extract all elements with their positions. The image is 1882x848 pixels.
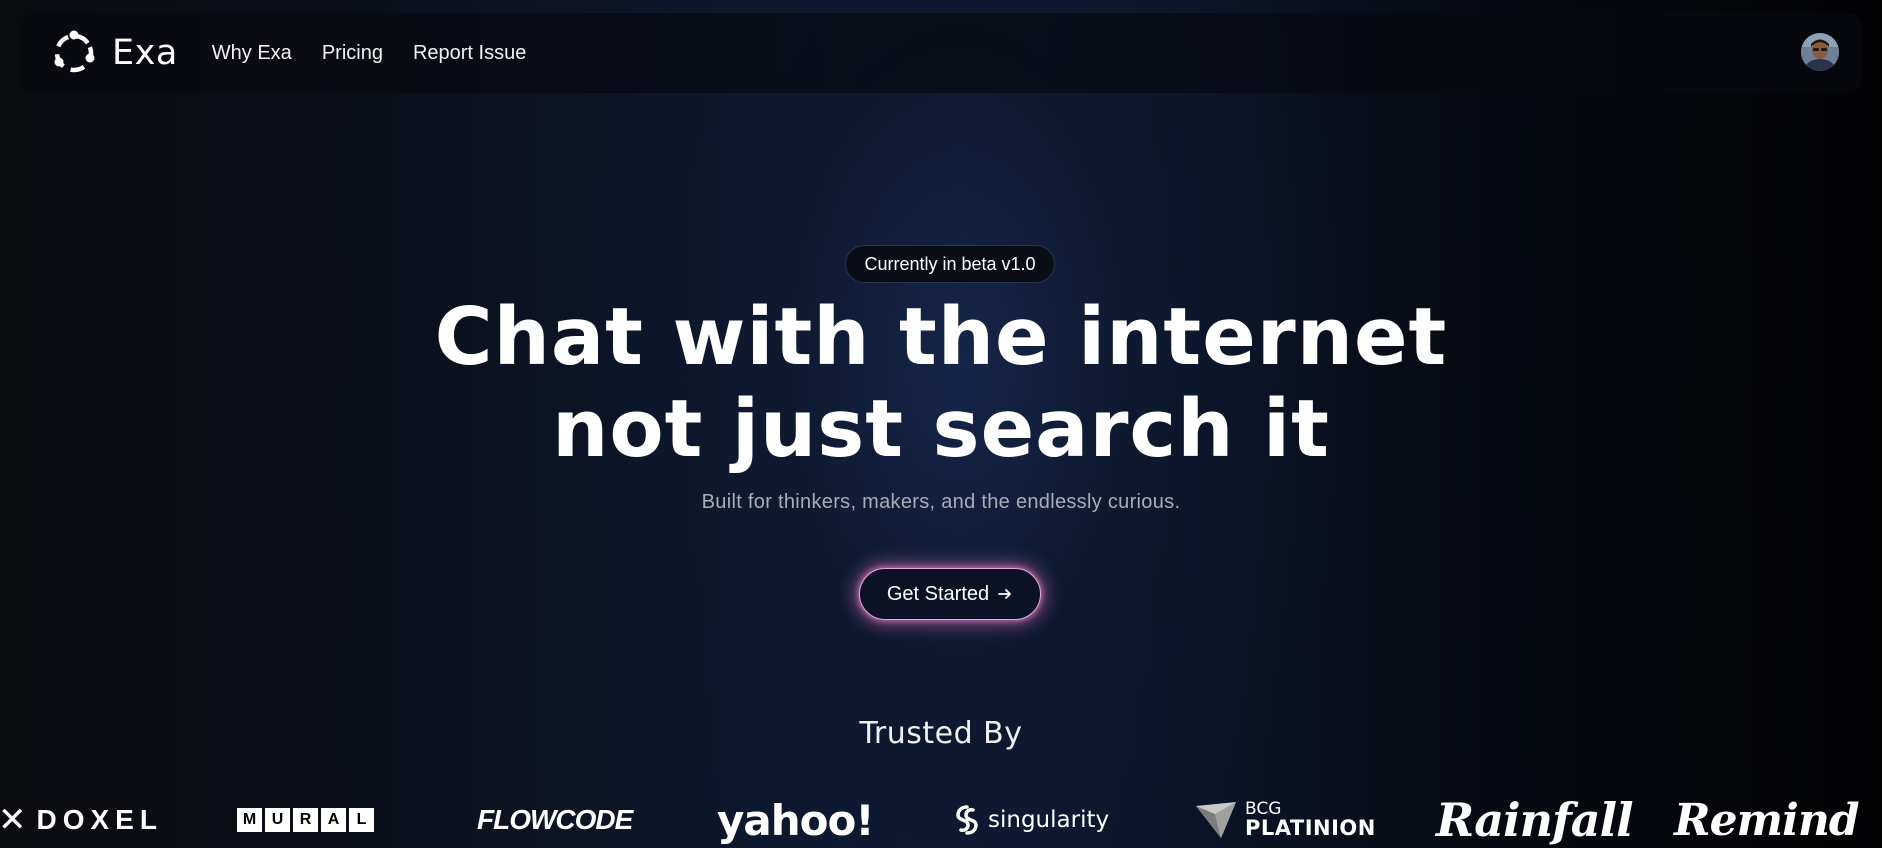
mural-letter: A [321,808,346,832]
landing-page: Exa Why Exa Pricing Report Issue Current… [0,0,1882,848]
mural-letter: U [265,808,290,832]
remind-logo: Remind [1674,794,1860,846]
top-navbar: Exa Why Exa Pricing Report Issue [20,13,1862,93]
mural-letter: M [237,808,262,832]
brand-name: Exa [112,33,178,73]
singularity-logo: singularity [955,792,1109,848]
bcg-prism-icon [1196,802,1236,838]
nav-link-report-issue[interactable]: Report Issue [413,42,526,65]
hero-title-line-1: Chat with the internet [434,291,1448,383]
hero-title-line-2: not just search it [552,383,1330,475]
nav-link-pricing[interactable]: Pricing [322,42,383,65]
brand-home-link[interactable]: Exa [50,29,178,77]
hero-subtitle: Built for thinkers, makers, and the endl… [701,491,1181,513]
yahoo-logo: yahoo! [717,795,874,845]
singularity-wordmark: singularity [988,807,1110,833]
get-started-button[interactable]: Get Started [859,568,1041,620]
get-started-label: Get Started [886,582,990,605]
flowcode-logo: FLOWCODE [477,804,633,835]
nav-links: Why Exa Pricing Report Issue [212,42,527,65]
user-avatar[interactable] [1801,33,1839,71]
bcg-wordmark: BCG PLATINION [1245,801,1376,839]
rainfall-logo: Rainfall [1436,793,1634,847]
arrow-right-icon [998,589,1012,599]
trusted-logos-row: ✕ DOXEL M U R A L FLOWCODE yahoo! singul… [0,792,1882,848]
nav-link-why-exa[interactable]: Why Exa [212,42,292,65]
beta-badge: Currently in beta v1.0 [845,245,1055,283]
bcg-platinion-logo: BCG PLATINION [1195,792,1376,848]
mural-logo: M U R A L [237,792,374,848]
doxel-wordmark: DOXEL [36,804,163,835]
bcg-wordmark-bottom: PLATINION [1245,816,1376,840]
avatar-image [1801,33,1839,71]
doxel-logo: ✕ DOXEL [0,792,163,848]
singularity-icon [956,805,978,835]
exa-logo-icon [54,30,95,73]
doxel-x-icon: ✕ [0,801,27,839]
trusted-by-heading: Trusted By [859,716,1023,751]
mural-letter: R [293,808,318,832]
mural-letter: L [349,808,374,832]
